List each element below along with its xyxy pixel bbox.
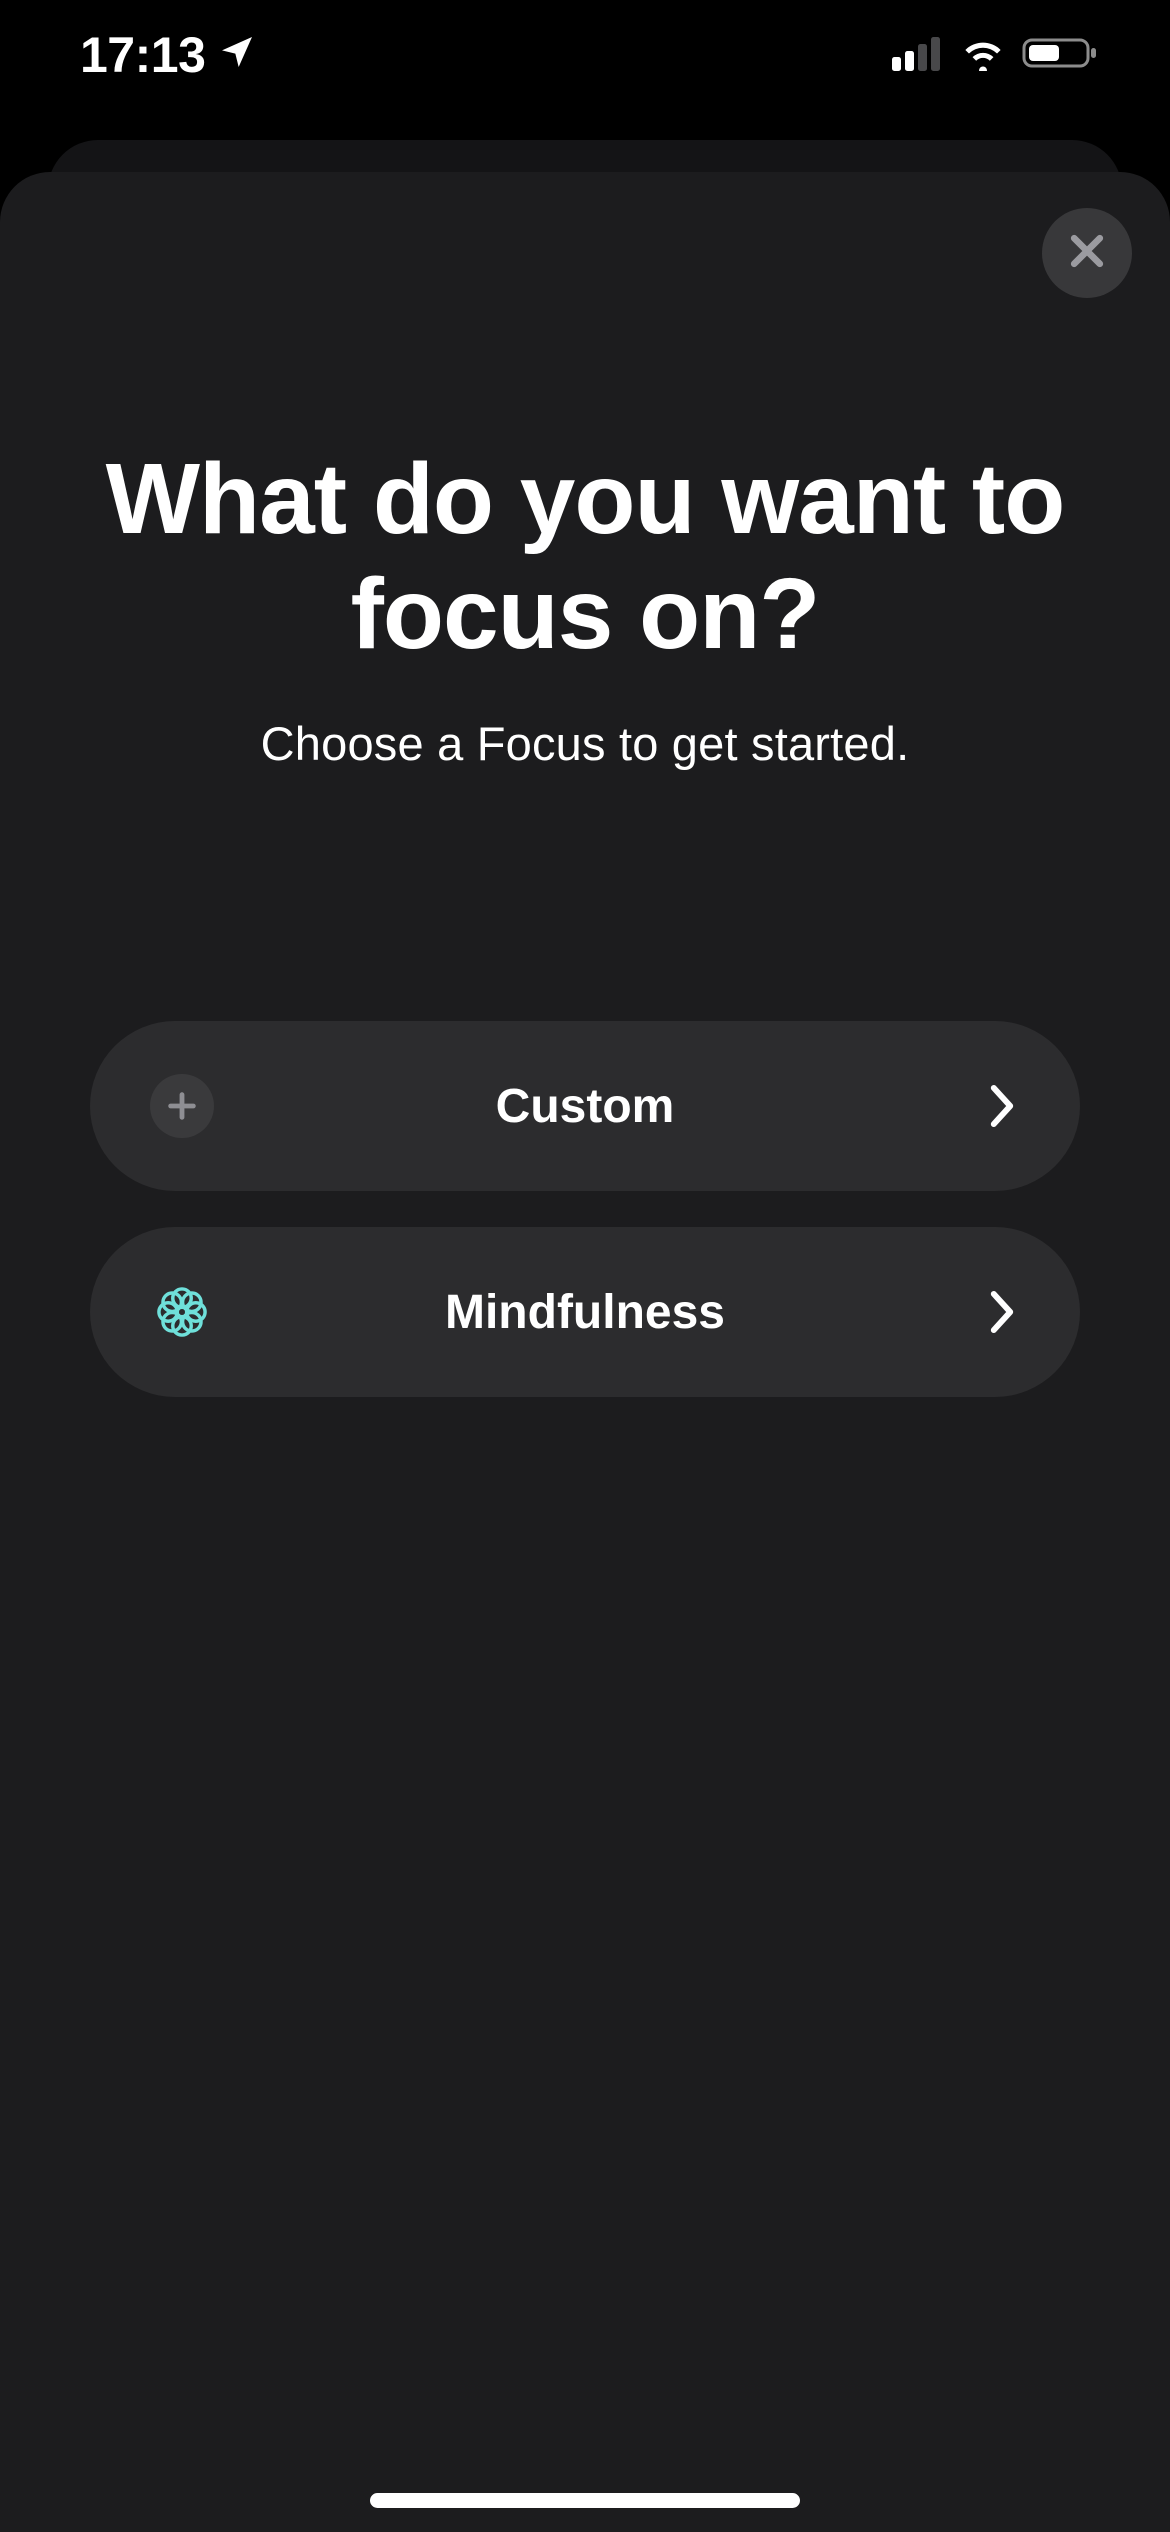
sheet-content: What do you want to focus on? Choose a F… (0, 212, 1170, 771)
location-arrow-icon (217, 26, 257, 84)
signal-strength-icon (892, 35, 944, 76)
focus-option-label: Mindfulness (90, 1285, 1080, 1340)
focus-option-custom[interactable]: Custom (90, 1021, 1080, 1191)
chevron-right-icon (988, 1289, 1016, 1335)
focus-selection-sheet: What do you want to focus on? Choose a F… (0, 172, 1170, 2532)
sheet-title: What do you want to focus on? (70, 442, 1100, 672)
close-icon (1065, 229, 1109, 278)
status-bar: 17:13 (0, 0, 1170, 110)
battery-icon (1022, 35, 1100, 76)
status-bar-left: 17:13 (80, 26, 257, 84)
chevron-right-icon (988, 1083, 1016, 1129)
home-indicator[interactable] (370, 2493, 800, 2508)
focus-options-list: Custom (0, 1021, 1170, 1397)
close-button[interactable] (1042, 208, 1132, 298)
sheet-subtitle: Choose a Focus to get started. (70, 716, 1100, 771)
focus-option-mindfulness[interactable]: Mindfulness (90, 1227, 1080, 1397)
status-bar-right (892, 35, 1100, 76)
plus-icon (150, 1074, 214, 1138)
wifi-icon (958, 35, 1008, 76)
focus-option-label: Custom (90, 1079, 1080, 1134)
mindfulness-icon (150, 1280, 214, 1344)
status-time: 17:13 (80, 26, 205, 84)
